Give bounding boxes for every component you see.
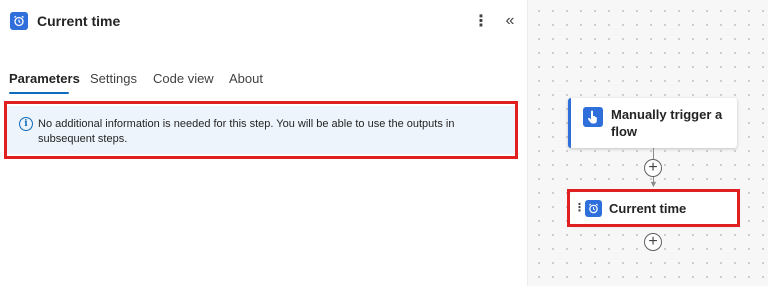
tab-settings[interactable]: Settings [90,70,137,88]
panel-title: Current time [37,13,121,29]
tab-parameters[interactable]: Parameters [9,70,80,88]
info-message-text: No additional information is needed for … [38,118,455,145]
collapse-panel-icon[interactable]: « [501,10,519,32]
alarm-clock-icon [585,200,602,217]
connector-arrow-icon: ▼ [649,179,658,189]
drag-handle-icon[interactable]: ⋮ [574,200,585,216]
current-time-card[interactable]: ⋮ Current time [570,192,738,225]
action-label: Current time [609,201,687,216]
info-message-bar: i No additional information is needed fo… [7,106,515,154]
details-panel: Current time ⋮ « Parameters Settings Cod… [0,0,527,286]
tab-code-view[interactable]: Code view [153,70,214,88]
trigger-label: Manually trigger a flow [611,107,723,139]
add-step-button[interactable]: + [644,159,662,177]
trigger-card[interactable]: Manually trigger a flow [568,98,737,148]
more-options-icon[interactable]: ⋮ [473,10,489,32]
info-icon: i [19,117,33,131]
active-tab-indicator [9,92,69,94]
hand-pointer-icon [583,107,603,127]
alarm-clock-icon [10,12,28,30]
add-step-button-bottom[interactable]: + [644,233,662,251]
tab-about[interactable]: About [229,70,263,88]
